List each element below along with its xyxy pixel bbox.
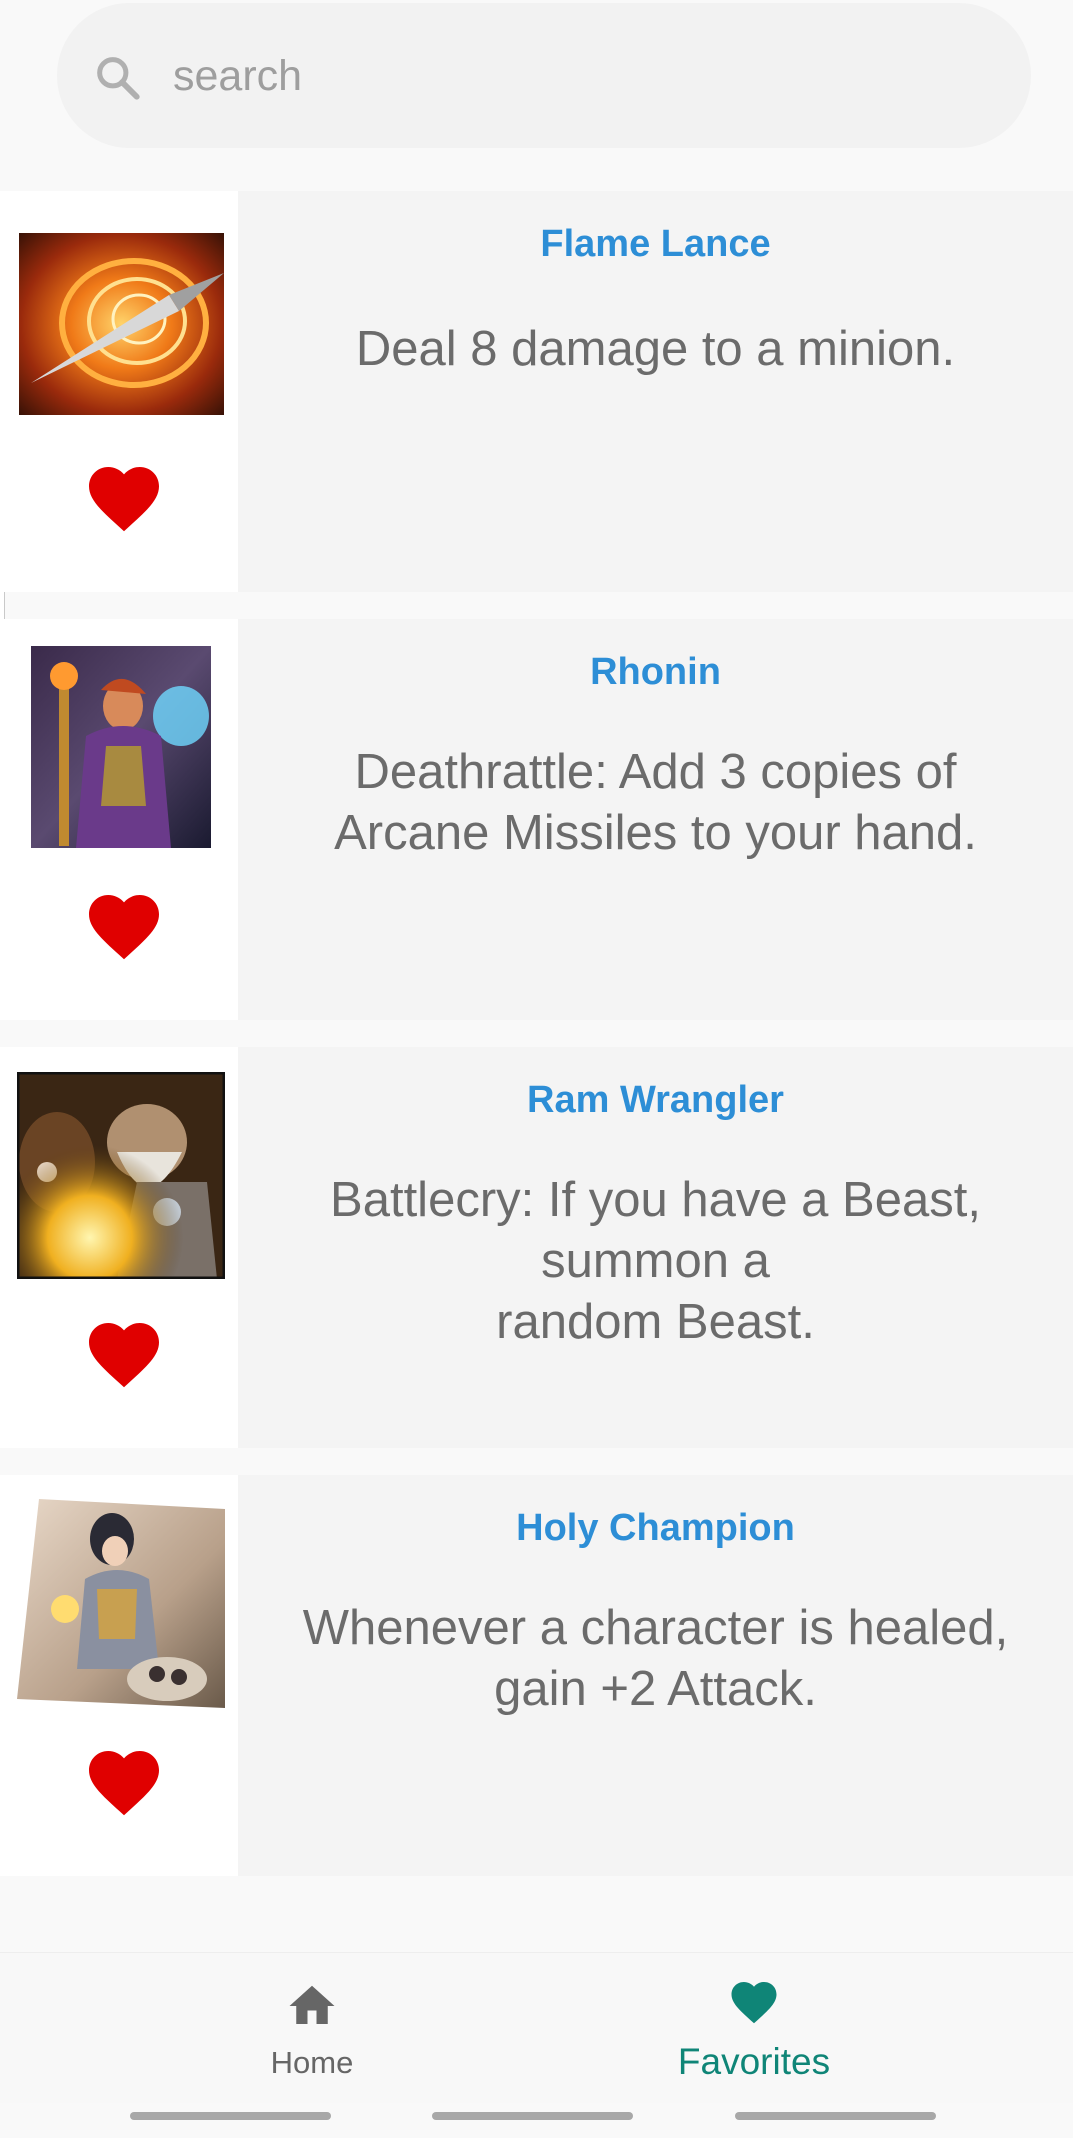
card-details: Holy Champion Whenever a character is he… [238,1475,1073,1876]
home-icon [289,1985,335,2024]
card-item[interactable]: Ram Wrangler Battlecry: If you have a Be… [0,1047,1073,1448]
card-details: Rhonin Deathrattle: Add 3 copies of Arca… [238,619,1073,1020]
card-item[interactable]: Flame Lance Deal 8 damage to a minion. [0,191,1073,592]
gesture-bar-right[interactable] [735,2112,936,2120]
card-description: Deathrattle: Add 3 copies of Arcane Miss… [334,745,977,860]
flame-lance-art-icon [19,233,224,415]
card-description: Battlecry: If you have a Beast, summon a… [330,1173,981,1349]
rhonin-art-icon [31,646,211,848]
holy-champion-art-icon [17,1499,225,1708]
card-title: Flame Lance [540,223,771,265]
card-title: Rhonin [590,651,721,693]
heart-icon[interactable] [82,456,166,534]
card-details: Flame Lance Deal 8 damage to a minion. [238,191,1073,592]
card-details: Ram Wrangler Battlecry: If you have a Be… [238,1047,1073,1448]
card-image-column [0,1475,238,1876]
card-description: Deal 8 damage to a minion. [355,322,956,376]
card-list: Flame Lance Deal 8 damage to a minion. R… [0,191,1073,1903]
heart-icon [731,1982,777,2024]
card-image-column [0,1047,238,1448]
tab-favorites[interactable]: Favorites [604,1953,904,2103]
card-title: Ram Wrangler [527,1079,784,1121]
tab-home-label: Home [270,2045,354,2080]
card-image-column [0,619,238,1020]
tab-favorites-label: Favorites [677,2041,831,2082]
ram-wrangler-art-icon [17,1072,225,1279]
gesture-bar-center[interactable] [432,2112,633,2120]
tab-home[interactable]: Home [162,1953,462,2103]
card-description: Whenever a character is healed, gain +2 … [302,1601,1009,1716]
heart-icon[interactable] [82,884,166,962]
card-item[interactable]: Rhonin Deathrattle: Add 3 copies of Arca… [0,619,1073,1020]
bottom-navigation: Home Favorites [0,1952,1073,2103]
heart-icon[interactable] [82,1312,166,1390]
search-bar[interactable] [57,3,1031,148]
gesture-bar-left[interactable] [130,2112,331,2120]
card-image-column [0,191,238,592]
search-icon [97,57,140,100]
search-input[interactable] [171,43,995,110]
heart-icon[interactable] [82,1740,166,1818]
card-title: Holy Champion [516,1507,795,1549]
card-item[interactable]: Holy Champion Whenever a character is he… [0,1475,1073,1876]
